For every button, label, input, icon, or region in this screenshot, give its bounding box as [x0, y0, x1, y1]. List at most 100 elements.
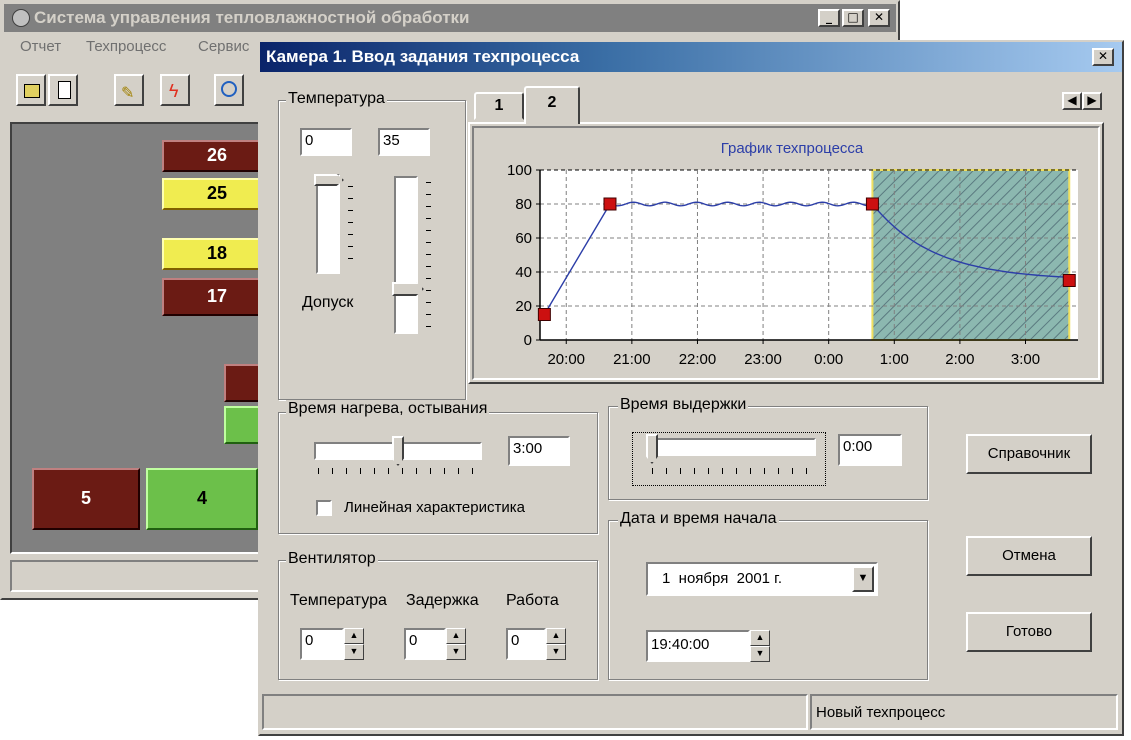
hold-time-field[interactable]: 0:00 — [838, 434, 902, 466]
temperature-slider-track[interactable] — [316, 174, 340, 274]
lightning-button[interactable]: ϟ — [160, 74, 190, 106]
menu-techprocess[interactable]: Техпроцесс — [86, 38, 166, 55]
fan-temperature-label: Температура — [290, 592, 387, 609]
linear-characteristic-label[interactable]: Линейная характеристика — [344, 499, 525, 516]
chart-title: График техпроцесса — [721, 140, 864, 157]
document-icon — [58, 81, 71, 99]
temp-tile-25[interactable]: 25 — [162, 178, 272, 210]
spin-up-icon[interactable]: ▲ — [344, 628, 364, 644]
heat-time-label: Время нагрева, остывания — [286, 400, 490, 418]
process-dialog: Камера 1. Ввод задания техпроцесса ✕ Тем… — [258, 40, 1124, 736]
app-icon — [12, 9, 30, 27]
fan-work-spinner[interactable]: ▲ ▼ — [546, 628, 566, 660]
x-tick-label: 21:00 — [613, 351, 651, 368]
cancel-button[interactable]: Отмена — [966, 536, 1092, 576]
y-tick-label: 60 — [515, 230, 532, 247]
fan-work-label: Работа — [506, 592, 559, 609]
folder-icon — [24, 84, 40, 98]
fan-group — [278, 560, 598, 680]
x-tick-label: 0:00 — [814, 351, 843, 368]
lightning-icon: ϟ — [169, 81, 179, 101]
maximize-button[interactable]: □ — [842, 9, 864, 27]
tolerance-slider-track[interactable] — [394, 176, 418, 334]
reference-button[interactable]: Справочник — [966, 434, 1092, 474]
fan-temperature-spinner[interactable]: ▲ ▼ — [344, 628, 364, 660]
spin-up-icon[interactable]: ▲ — [546, 628, 566, 644]
tab-1-label: 1 — [494, 97, 504, 114]
spin-down-icon[interactable]: ▼ — [344, 644, 364, 660]
status-bar-left — [262, 694, 808, 730]
fan-delay-field[interactable]: 0 — [404, 628, 446, 660]
tab-scroll-left-button[interactable]: ◀ — [1062, 92, 1082, 110]
x-tick-label: 2:00 — [945, 351, 974, 368]
hold-time-slider-track[interactable] — [646, 438, 816, 456]
chamber-tile-4[interactable]: 4 — [146, 468, 258, 530]
spin-down-icon[interactable]: ▼ — [446, 644, 466, 660]
process-point-marker — [537, 308, 551, 321]
fan-delay-label: Задержка — [406, 592, 479, 609]
process-chart: График техпроцесса 0 20 40 60 80 100 20:00 21:0… — [507, 140, 1078, 368]
start-datetime-label: Дата и время начала — [618, 510, 779, 528]
x-tick-label: 22:00 — [679, 351, 717, 368]
fan-group-label: Вентилятор — [286, 550, 378, 568]
y-tick-label: 100 — [507, 162, 532, 179]
process-point-marker — [603, 197, 617, 211]
y-tick-label: 40 — [515, 264, 532, 281]
temp-tile-26[interactable]: 26 — [162, 140, 272, 172]
start-date-select[interactable]: 1 ноября 2001 г. ▼ — [646, 562, 878, 596]
x-tick-label: 1:00 — [880, 351, 909, 368]
tab-2[interactable]: 2 — [524, 86, 580, 124]
tab-1[interactable]: 1 — [474, 92, 524, 120]
chamber-tile-5[interactable]: 5 — [32, 468, 140, 530]
start-time-field[interactable]: 19:40:00 — [646, 630, 750, 662]
shaded-region — [871, 169, 1071, 341]
bg-window-title: Система управления тепловлажностной обра… — [34, 8, 470, 27]
status-message: Новый техпроцесс — [816, 704, 946, 721]
temp-tile-18[interactable]: 18 — [162, 238, 272, 270]
spin-up-icon[interactable]: ▲ — [446, 628, 466, 644]
temp-tile-17[interactable]: 17 — [162, 278, 272, 316]
heat-time-field[interactable]: 3:00 — [508, 436, 570, 466]
menu-report[interactable]: Отчет — [20, 38, 61, 55]
pencil-icon: ✎ — [121, 85, 135, 102]
bg-close-button[interactable]: ✕ — [868, 9, 890, 27]
y-tick-label: 20 — [515, 298, 532, 315]
search-button[interactable] — [214, 74, 244, 106]
tab-2-label: 2 — [547, 94, 557, 111]
tab-scroll-right-button[interactable]: ▶ — [1082, 92, 1102, 110]
y-tick-label: 0 — [524, 332, 532, 349]
x-tick-label: 3:00 — [1011, 351, 1040, 368]
done-button[interactable]: Готово — [966, 612, 1092, 652]
start-time-spinner[interactable]: ▲ ▼ — [750, 630, 770, 662]
chevron-down-icon[interactable]: ▼ — [852, 566, 874, 592]
document-button[interactable] — [48, 74, 78, 106]
dialog-title-bar: Камера 1. Ввод задания техпроцесса ✕ — [260, 42, 1122, 72]
status-bar-right: Новый техпроцесс — [810, 694, 1118, 730]
y-tick-label: 80 — [515, 196, 532, 213]
temperature-min-field[interactable]: 0 — [300, 128, 352, 156]
fan-work-field[interactable]: 0 — [506, 628, 546, 660]
hold-time-slider-ticks — [652, 468, 812, 474]
dialog-close-button[interactable]: ✕ — [1092, 48, 1114, 66]
process-point-marker — [865, 197, 879, 211]
menu-service[interactable]: Сервис — [198, 38, 249, 55]
hold-time-label: Время выдержки — [618, 396, 749, 414]
heat-time-slider-ticks — [318, 468, 478, 474]
temperature-max-field[interactable]: 35 — [378, 128, 430, 156]
fan-temperature-field[interactable]: 0 — [300, 628, 344, 660]
minimize-button[interactable]: _ — [818, 9, 840, 27]
dialog-title: Камера 1. Ввод задания техпроцесса — [266, 47, 580, 66]
x-tick-label: 23:00 — [744, 351, 782, 368]
linear-characteristic-checkbox[interactable] — [316, 500, 332, 516]
edit-button[interactable]: ✎ — [114, 74, 144, 106]
spin-up-icon[interactable]: ▲ — [750, 630, 770, 646]
tolerance-label: Допуск — [302, 294, 354, 311]
process-point-marker — [1062, 274, 1076, 287]
open-folder-button[interactable] — [16, 74, 46, 106]
spin-down-icon[interactable]: ▼ — [750, 646, 770, 662]
temperature-group-label: Температура — [286, 90, 387, 108]
x-tick-label: 20:00 — [547, 351, 585, 368]
fan-delay-spinner[interactable]: ▲ ▼ — [446, 628, 466, 660]
spin-down-icon[interactable]: ▼ — [546, 644, 566, 660]
start-date-value: 1 ноября 2001 г. — [662, 570, 782, 587]
